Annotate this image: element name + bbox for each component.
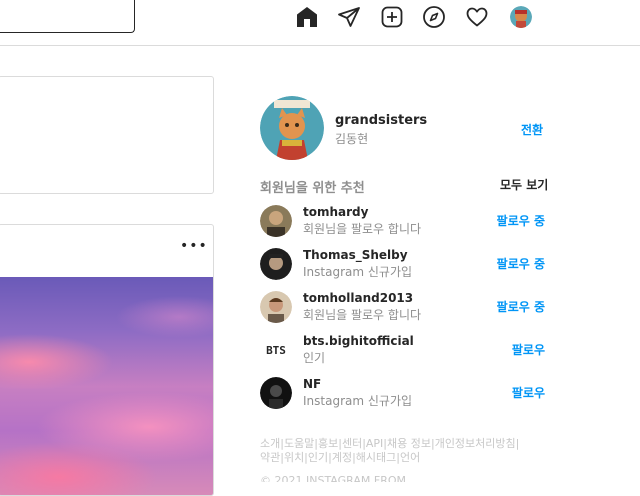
profile-username[interactable]: grandsisters (335, 113, 427, 128)
profile-full-name: 김동현 (335, 132, 369, 146)
search-input[interactable] (0, 0, 135, 33)
new-post-icon[interactable] (380, 5, 404, 29)
suggestion-avatar[interactable] (260, 248, 292, 280)
footer-copyright: © 2021 INSTAGRAM FROM FACEBOOK (260, 474, 460, 482)
suggestion-subtitle: 회원님을 팔로우 합니다 (303, 308, 422, 322)
explore-icon[interactable] (422, 5, 446, 29)
copyright-text: © 2021 INSTAGRAM FROM FACEBOOK (260, 474, 406, 482)
suggestion-item: tomholland2013 회원님을 팔로우 합니다 팔로우 중 (260, 291, 550, 325)
footer-links-line-1[interactable]: 소개|도움말|홍보|센터|API|채용 정보|개인정보처리방침| (260, 437, 550, 451)
suggestion-username[interactable]: tomhardy (303, 205, 368, 219)
stories-tray (0, 76, 214, 194)
suggestion-item: Thomas_Shelby Instagram 신규가입 팔로우 중 (260, 248, 550, 282)
suggestion-avatar[interactable] (260, 205, 292, 237)
following-button[interactable]: 팔로우 중 (497, 255, 545, 272)
suggestion-username[interactable]: tomholland2013 (303, 291, 413, 305)
send-icon[interactable] (337, 5, 361, 29)
suggestion-avatar[interactable] (260, 377, 292, 409)
suggestion-item: BTS bts.bighitofficial 인기 팔로우 (260, 334, 550, 368)
post-image[interactable] (0, 277, 213, 495)
suggestion-item: tomhardy 회원님을 팔로우 합니다 팔로우 중 (260, 205, 550, 239)
follow-button[interactable]: 팔로우 (512, 341, 545, 358)
following-button[interactable]: 팔로우 중 (497, 212, 545, 229)
suggestion-username[interactable]: Thomas_Shelby (303, 248, 408, 262)
bts-logo-text: BTS (266, 343, 286, 357)
more-options-icon[interactable]: ••• (180, 239, 208, 253)
suggestion-subtitle: Instagram 신규가입 (303, 265, 413, 279)
footer-links-line-2[interactable]: 약관|위치|인기|계정|해시태그|언어 (260, 451, 550, 465)
suggestion-avatar[interactable] (260, 291, 292, 323)
suggestion-username[interactable]: NF (303, 377, 321, 391)
suggestion-subtitle: Instagram 신규가입 (303, 394, 413, 408)
profile-avatar-icon[interactable] (510, 6, 532, 28)
heart-icon[interactable] (465, 5, 489, 29)
suggestion-subtitle: 회원님을 팔로우 합니다 (303, 222, 422, 236)
switch-account-button[interactable]: 전환 (521, 121, 543, 138)
suggestion-username[interactable]: bts.bighitofficial (303, 334, 414, 348)
profile-avatar[interactable] (260, 96, 324, 160)
see-all-button[interactable]: 모두 보기 (500, 176, 548, 193)
top-nav (0, 0, 640, 46)
suggestion-item: NF Instagram 신규가입 팔로우 (260, 377, 550, 411)
suggestion-avatar[interactable]: BTS (260, 334, 292, 366)
home-icon[interactable] (295, 5, 319, 29)
footer-links: 소개|도움말|홍보|센터|API|채용 정보|개인정보처리방침| 약관|위치|인… (260, 437, 550, 465)
feed-post: ••• (0, 224, 214, 496)
suggestions-title: 회원님을 위한 추천 (260, 181, 365, 196)
follow-button[interactable]: 팔로우 (512, 384, 545, 401)
following-button[interactable]: 팔로우 중 (497, 298, 545, 315)
suggestion-subtitle: 인기 (303, 351, 326, 365)
